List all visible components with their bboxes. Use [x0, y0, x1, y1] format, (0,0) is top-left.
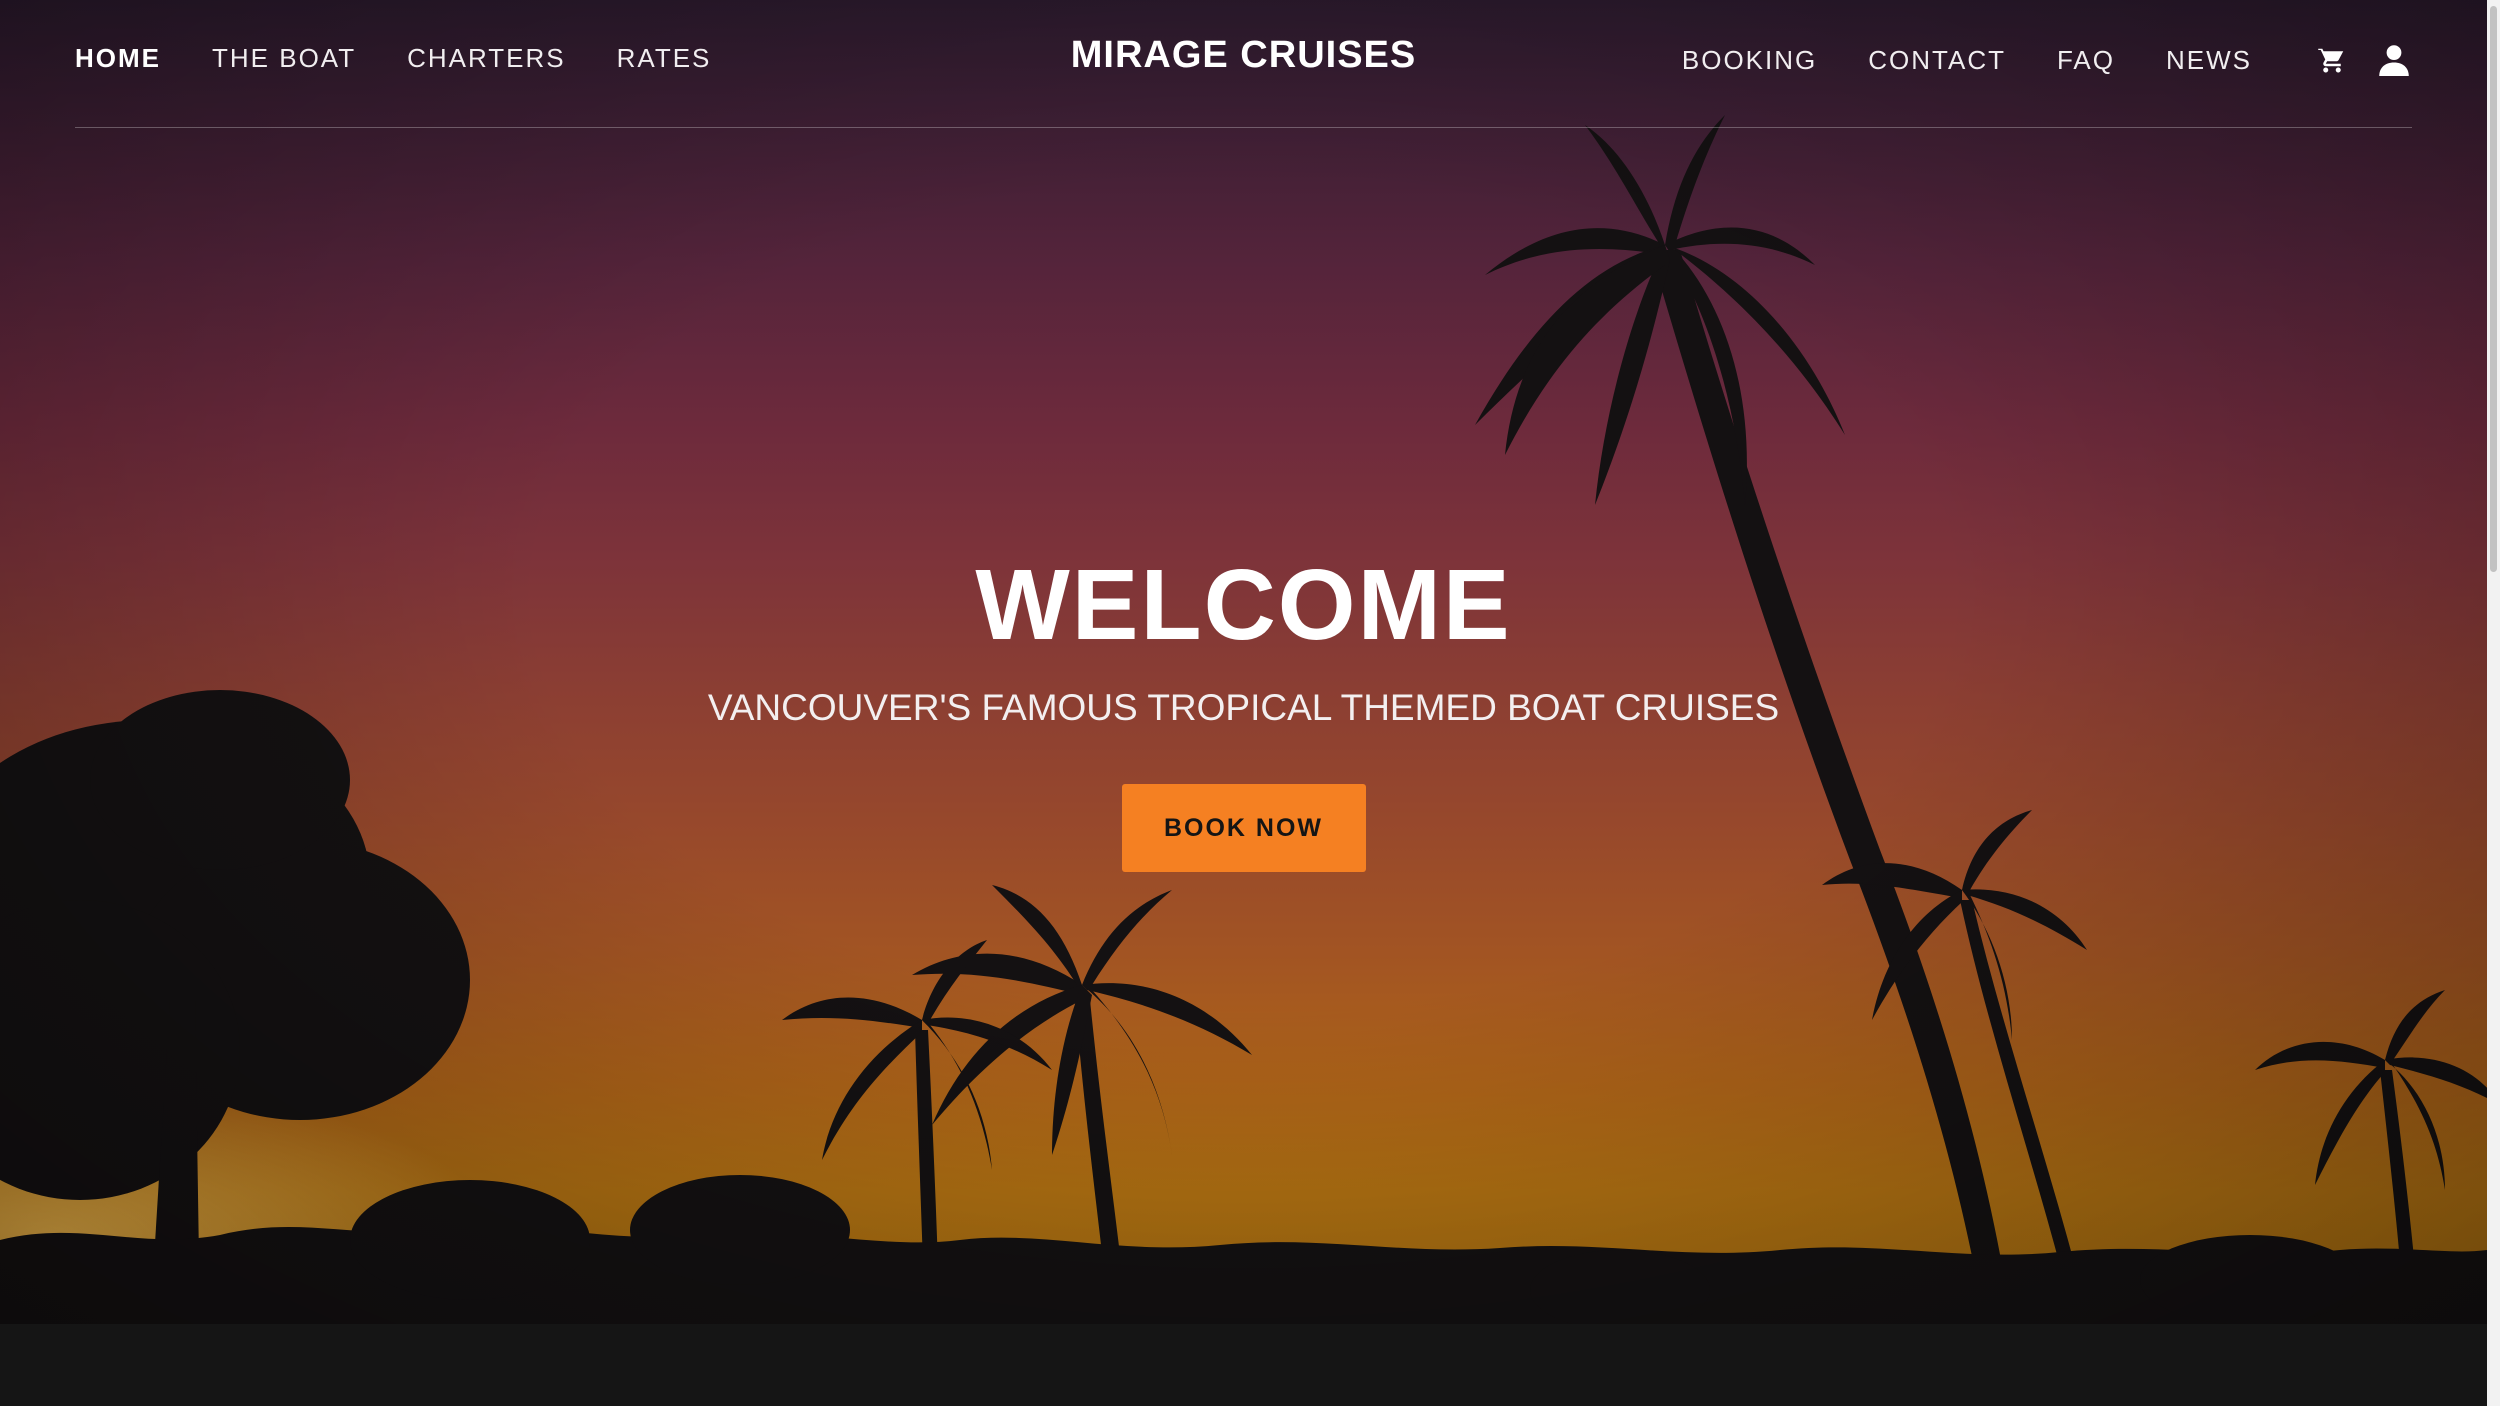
- primary-nav-right: BOOKING CONTACT FAQ NEWS: [1631, 42, 2412, 78]
- nav-news[interactable]: NEWS: [2166, 44, 2252, 76]
- hero-title: WELCOME: [975, 549, 1512, 661]
- page-scrollbar[interactable]: [2487, 0, 2500, 1406]
- hero-section: HOME THE BOAT CHARTERS RATES MIRAGE CRUI…: [0, 0, 2487, 1324]
- hero-content: WELCOME VANCOUVER'S FAMOUS TROPICAL THEM…: [0, 540, 2487, 872]
- nav-contact[interactable]: CONTACT: [1868, 44, 2006, 76]
- cart-icon: [2318, 47, 2344, 73]
- account-button[interactable]: [2376, 42, 2412, 78]
- top-navigation: HOME THE BOAT CHARTERS RATES MIRAGE CRUI…: [75, 0, 2412, 128]
- account-icon: [2379, 45, 2409, 76]
- cart-button[interactable]: [2314, 42, 2350, 78]
- nav-faq[interactable]: FAQ: [2057, 44, 2115, 76]
- scrollbar-thumb[interactable]: [2490, 6, 2497, 572]
- next-section-band: [0, 1324, 2487, 1406]
- page: HOME THE BOAT CHARTERS RATES MIRAGE CRUI…: [0, 0, 2500, 1406]
- nav-booking[interactable]: BOOKING: [1682, 44, 1817, 76]
- book-now-button[interactable]: BOOK NOW: [1121, 784, 1366, 872]
- hero-tagline: VANCOUVER'S FAMOUS TROPICAL THEMED BOAT …: [707, 687, 1780, 728]
